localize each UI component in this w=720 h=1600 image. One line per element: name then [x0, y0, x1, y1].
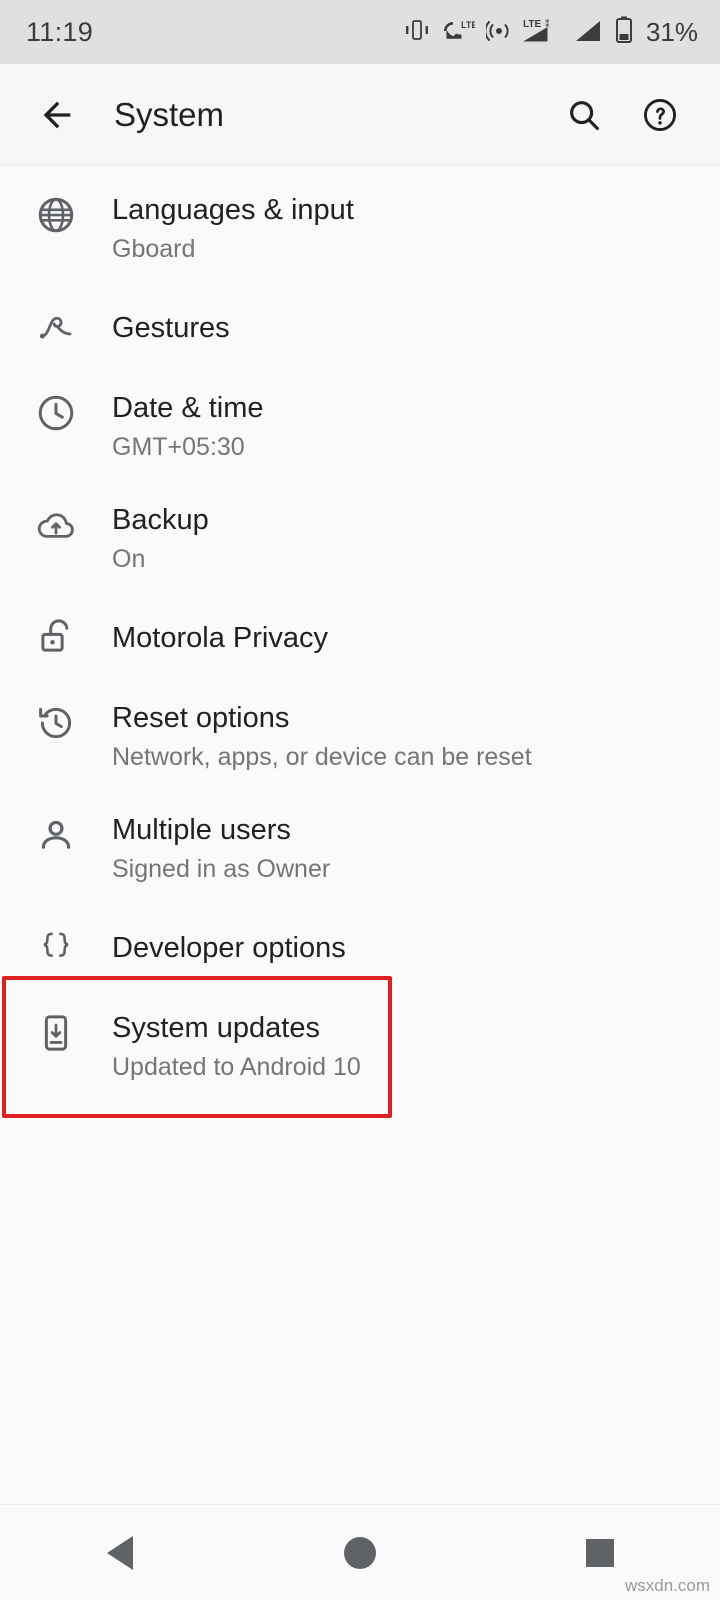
- list-item-title: Languages & input: [112, 194, 354, 226]
- list-item-title: Developer options: [112, 931, 346, 964]
- page-title: System: [114, 95, 225, 133]
- signal-bars-icon: [574, 17, 604, 48]
- list-item-multiple-users[interactable]: Multiple users Signed in as Owner: [0, 792, 720, 904]
- list-item-text: Multiple users Signed in as Owner: [112, 810, 330, 886]
- list-item-title: System updates: [112, 1012, 320, 1044]
- person-icon: [0, 810, 112, 856]
- call-lte-icon: LTE: [441, 18, 477, 47]
- list-item-subtitle: On: [112, 545, 146, 573]
- list-item-subtitle: Network, apps, or device can be reset: [112, 743, 532, 771]
- list-item-title: Multiple users: [112, 814, 291, 846]
- nav-back-icon[interactable]: [60, 1505, 180, 1600]
- braces-icon: [0, 926, 112, 968]
- list-item-title: Motorola Privacy: [112, 621, 328, 654]
- status-bar: 11:19 LTE LTE ⁑ 31%: [0, 0, 720, 64]
- list-item-languages-input[interactable]: Languages & input Gboard: [0, 172, 720, 284]
- list-item-text: Backup On: [112, 500, 209, 576]
- list-item-reset-options[interactable]: Reset options Network, apps, or device c…: [0, 680, 720, 792]
- back-arrow-icon[interactable]: [26, 84, 88, 146]
- list-item-backup[interactable]: Backup On: [0, 482, 720, 594]
- list-item-title: Reset options: [112, 702, 290, 734]
- list-item-text: Reset options Network, apps, or device c…: [112, 698, 532, 774]
- svg-text:LTE: LTE: [461, 20, 475, 30]
- hotspot-icon: [484, 18, 512, 47]
- battery-percent: 31%: [645, 16, 698, 47]
- history-reset-icon: [0, 698, 112, 744]
- list-item-subtitle: Gboard: [112, 235, 196, 263]
- gesture-icon: [0, 306, 112, 348]
- list-item-text: Languages & input Gboard: [112, 190, 354, 266]
- list-item-motorola-privacy[interactable]: Motorola Privacy: [0, 594, 720, 680]
- list-item-gestures[interactable]: Gestures: [0, 284, 720, 370]
- list-item-text: System updates Updated to Android 10: [112, 1008, 361, 1084]
- clock-icon: [0, 388, 112, 434]
- cloud-upload-icon: [0, 500, 112, 546]
- status-icons: LTE LTE ⁑ 31%: [404, 16, 698, 49]
- list-item-text: Developer options: [112, 928, 346, 967]
- list-item-title: Gestures: [112, 311, 230, 344]
- settings-list: Languages & input Gboard Gestures Date &…: [0, 166, 720, 1504]
- list-item-system-updates[interactable]: System updates Updated to Android 10: [0, 976, 720, 1118]
- search-icon[interactable]: [552, 83, 616, 147]
- unlock-icon: [0, 616, 112, 658]
- nav-home-icon[interactable]: [300, 1505, 420, 1600]
- navigation-bar: wsxdn.com: [0, 1504, 720, 1600]
- list-item-subtitle: Updated to Android 10: [112, 1053, 361, 1081]
- list-item-text: Date & time GMT+05:30: [112, 388, 264, 464]
- help-circle-icon[interactable]: [628, 83, 692, 147]
- list-item-developer-options[interactable]: Developer options: [0, 904, 720, 990]
- app-bar: System: [0, 64, 720, 166]
- phone-screen: 11:19 LTE LTE ⁑ 31% System Languages & i…: [0, 0, 720, 1600]
- list-item-subtitle: GMT+05:30: [112, 433, 245, 461]
- watermark: wsxdn.com: [624, 1576, 710, 1595]
- list-item-subtitle: Signed in as Owner: [112, 855, 331, 883]
- list-item-title: Date & time: [112, 392, 264, 424]
- list-item-date-time[interactable]: Date & time GMT+05:30: [0, 370, 720, 482]
- battery-icon: [615, 16, 633, 49]
- list-item-text: Motorola Privacy: [112, 618, 328, 657]
- list-item-title: Backup: [112, 504, 209, 536]
- globe-icon: [0, 190, 112, 236]
- vibrate-icon: [404, 18, 430, 47]
- svg-text:LTE: LTE: [523, 19, 541, 30]
- phone-download-icon: [0, 1008, 112, 1054]
- status-clock: 11:19: [26, 16, 94, 47]
- lte-signal-icon: LTE ⁑: [523, 17, 563, 48]
- list-item-text: Gestures: [112, 308, 230, 347]
